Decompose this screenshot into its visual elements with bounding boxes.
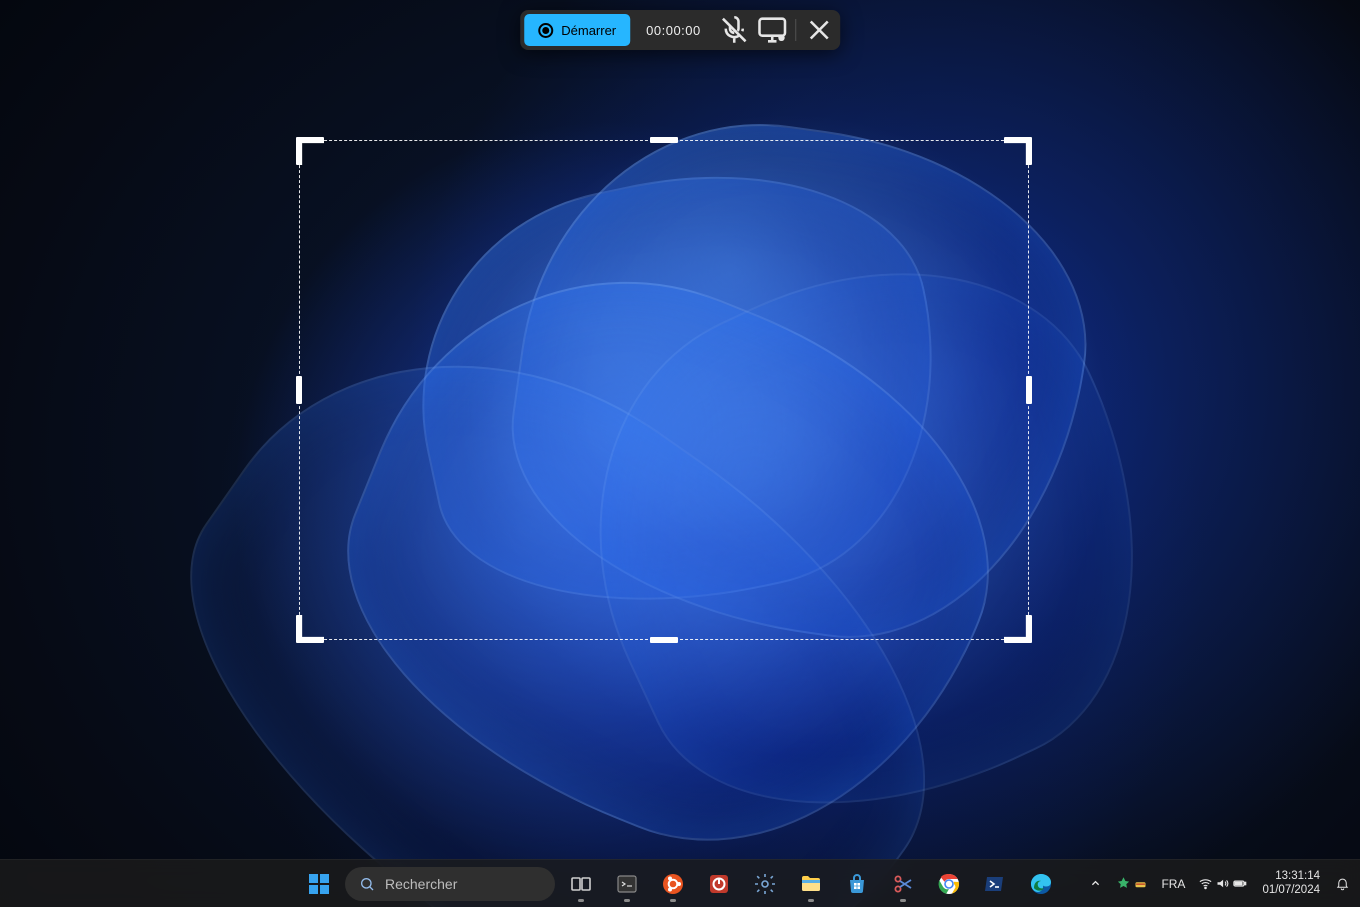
close-icon	[802, 13, 836, 47]
microphone-muted-button[interactable]	[717, 14, 751, 46]
search-placeholder: Rechercher	[385, 876, 457, 892]
bell-icon	[1335, 876, 1350, 891]
close-toolbar-button[interactable]	[802, 14, 836, 46]
taskbar-app-terminal[interactable]	[607, 864, 647, 904]
task-view-icon	[569, 872, 593, 896]
tray-clock[interactable]: 13:31:14 01/07/2024	[1254, 864, 1328, 904]
tray-app-icon	[1133, 876, 1148, 891]
wallpaper-petal	[100, 249, 1021, 907]
wallpaper-petal	[488, 93, 1112, 666]
taskbar-app-edge[interactable]	[1021, 864, 1061, 904]
taskbar-app-powershell[interactable]	[975, 864, 1015, 904]
start-recording-button[interactable]: Démarrer	[524, 14, 630, 46]
start-button[interactable]	[299, 864, 339, 904]
selection-handle-top[interactable]	[650, 137, 678, 143]
toolbar-separator	[795, 19, 796, 41]
taskbar-app-chrome[interactable]	[929, 864, 969, 904]
tray-overflow-button[interactable]	[1082, 864, 1109, 904]
capture-selection-rect[interactable]	[299, 140, 1029, 640]
scissors-icon	[891, 872, 915, 896]
chrome-icon	[937, 872, 961, 896]
selection-handle-bottom-left[interactable]	[296, 615, 324, 643]
edge-icon	[1029, 872, 1053, 896]
system-audio-button[interactable]	[755, 14, 789, 46]
taskbar-app-task-view[interactable]	[561, 864, 601, 904]
taskbar-app-store[interactable]	[837, 864, 877, 904]
volume-icon	[1215, 876, 1230, 891]
folder-icon	[799, 872, 823, 896]
taskbar-app-settings[interactable]	[745, 864, 785, 904]
taskbar-search-input[interactable]: Rechercher	[345, 867, 555, 901]
taskbar-app-shutdown-tool[interactable]	[699, 864, 739, 904]
wifi-icon	[1198, 876, 1213, 891]
selection-handle-top-right[interactable]	[1004, 137, 1032, 165]
tray-background-apps[interactable]	[1110, 864, 1154, 904]
taskbar-app-ubuntu[interactable]	[653, 864, 693, 904]
clock-time: 13:31:14	[1275, 870, 1320, 883]
system-tray: FRA 13:31:14 01/07/2024	[1082, 860, 1356, 907]
desktop-wallpaper	[0, 0, 1360, 907]
tray-language-indicator[interactable]: FRA	[1155, 864, 1191, 904]
record-icon	[538, 23, 553, 38]
selection-handle-left[interactable]	[296, 376, 302, 404]
start-recording-label: Démarrer	[561, 23, 616, 38]
selection-handle-bottom-right[interactable]	[1004, 615, 1032, 643]
taskbar: Rechercher	[0, 859, 1360, 907]
powershell-icon	[983, 872, 1007, 896]
wallpaper-petal	[382, 131, 978, 650]
taskbar-center-group: Rechercher	[299, 864, 1061, 904]
search-icon	[359, 876, 375, 892]
selection-handle-top-left[interactable]	[296, 137, 324, 165]
chevron-up-icon	[1088, 876, 1103, 891]
gear-icon	[753, 872, 777, 896]
battery-icon	[1232, 876, 1247, 891]
selection-handle-right[interactable]	[1026, 376, 1032, 404]
terminal-icon	[615, 872, 639, 896]
microphone-off-icon	[717, 13, 751, 47]
windows-logo-icon	[307, 872, 331, 896]
tray-notifications-button[interactable]	[1329, 864, 1356, 904]
clock-date: 01/07/2024	[1262, 884, 1320, 897]
tray-quick-settings[interactable]	[1192, 864, 1253, 904]
ubuntu-icon	[661, 872, 685, 896]
taskbar-app-snipping-tool[interactable]	[883, 864, 923, 904]
store-icon	[845, 872, 869, 896]
language-label: FRA	[1161, 877, 1185, 891]
power-icon	[707, 872, 731, 896]
wallpaper-petal	[515, 190, 1224, 889]
recording-timer: 00:00:00	[634, 23, 713, 38]
wallpaper-petal	[285, 203, 1055, 907]
taskbar-app-file-explorer[interactable]	[791, 864, 831, 904]
screen-recording-toolbar: Démarrer 00:00:00	[520, 10, 840, 50]
tray-app-icon	[1116, 876, 1131, 891]
selection-handle-bottom[interactable]	[650, 637, 678, 643]
monitor-audio-icon	[755, 13, 789, 47]
